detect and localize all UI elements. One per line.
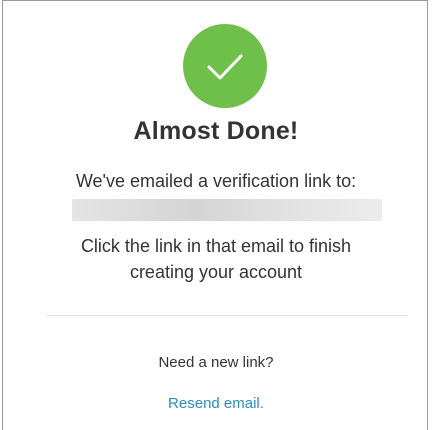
instruction-line-2: creating your account — [129, 262, 303, 282]
page-title: Almost Done! — [133, 117, 299, 145]
resend-email-link[interactable]: Resend email. — [3, 395, 429, 412]
checkmark-icon — [207, 54, 243, 80]
divider — [46, 315, 408, 316]
need-new-link-text: Need a new link? — [158, 354, 274, 371]
emailed-message: We've emailed a verification link to: — [75, 171, 357, 191]
success-badge — [183, 24, 267, 108]
email-address-redacted — [72, 199, 382, 221]
instruction-line-1: Click the link in that email to finish — [80, 236, 352, 256]
instruction-text: Click the link in that email to finish c… — [3, 233, 429, 285]
verification-card: Almost Done! We've emailed a verificatio… — [2, 0, 428, 430]
